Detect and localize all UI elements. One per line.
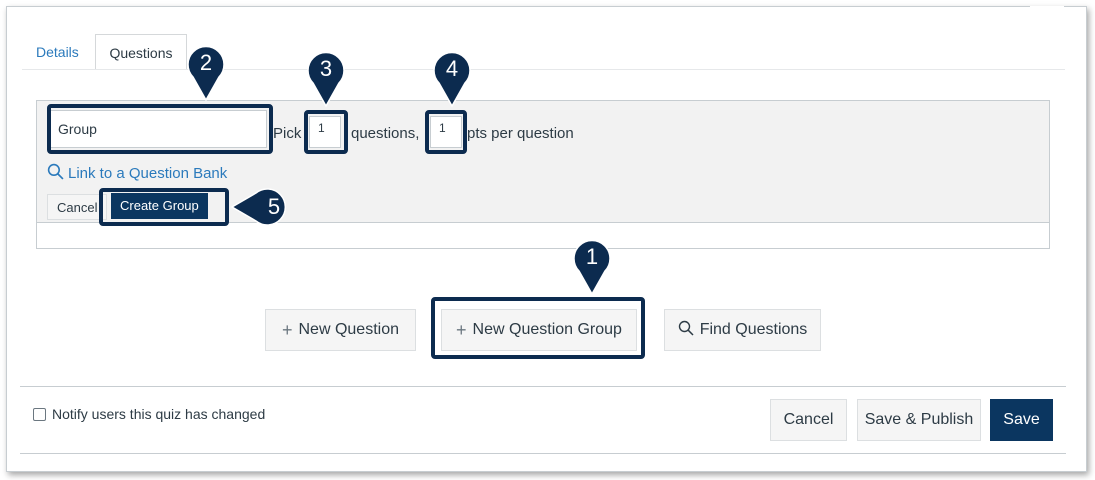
callout-pin-3: 3	[306, 50, 346, 108]
callout-number: 4	[445, 56, 459, 81]
notify-users-label: Notify users this quiz has changed	[52, 406, 266, 422]
search-icon	[678, 320, 694, 341]
new-question-label: New Question	[298, 321, 400, 338]
tab-details[interactable]: Details	[22, 34, 93, 70]
notify-users-checkbox[interactable]: Notify users this quiz has changed	[33, 406, 265, 422]
callout-pin-2: 2	[186, 44, 226, 102]
footer-bottom-divider	[20, 453, 1066, 454]
new-question-button[interactable]: + New Question	[265, 309, 416, 351]
callout-pin-1: 1	[572, 238, 612, 296]
tab-divider	[22, 69, 1065, 70]
frame-notch	[1030, 6, 1064, 9]
callout-highlight-group-name	[47, 104, 273, 154]
callout-pin-5: 5	[230, 187, 294, 227]
find-questions-label: Find Questions	[699, 321, 808, 338]
callout-highlight-points	[425, 110, 467, 154]
cancel-button[interactable]: Cancel	[770, 399, 847, 441]
save-button[interactable]: Save	[990, 399, 1053, 441]
callout-highlight-pick-count	[304, 110, 348, 154]
pick-label: Pick	[273, 125, 302, 142]
tab-questions[interactable]: Questions	[95, 34, 187, 70]
link-question-bank[interactable]: Link to a Question Bank	[47, 163, 227, 184]
new-question-group-label: New Question Group	[472, 321, 622, 338]
plus-icon: +	[456, 319, 467, 340]
callout-highlight-create-group	[99, 188, 229, 226]
questions-label: questions,	[351, 125, 420, 142]
points-label: pts per question	[467, 125, 574, 142]
find-questions-button[interactable]: Find Questions	[664, 309, 821, 351]
new-question-group-button[interactable]: + New Question Group	[441, 309, 637, 351]
callout-pin-4: 4	[432, 50, 472, 108]
callout-number: 5	[267, 194, 281, 219]
footer-divider	[20, 386, 1066, 387]
checkbox-icon[interactable]	[33, 407, 46, 421]
callout-number: 2	[199, 50, 213, 75]
save-publish-button[interactable]: Save & Publish	[857, 399, 981, 441]
search-icon	[47, 163, 64, 184]
link-question-bank-label: Link to a Question Bank	[68, 165, 228, 182]
callout-number: 3	[319, 56, 333, 81]
callout-number: 1	[585, 244, 599, 269]
plus-icon: +	[281, 319, 293, 340]
